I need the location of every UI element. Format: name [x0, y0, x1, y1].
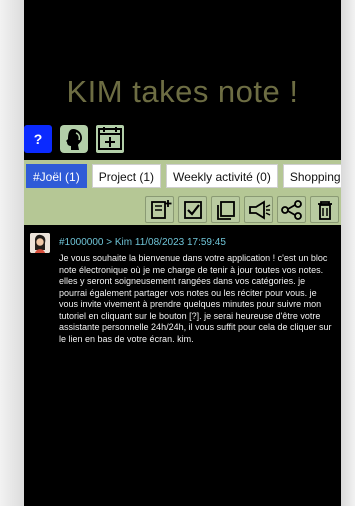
check-note-icon [183, 200, 202, 219]
app-screen: KIM takes note ! ? #Joël (1) Project (1)… [24, 0, 341, 506]
note-toolbar [24, 195, 341, 225]
tab-joel[interactable]: #Joël (1) [26, 164, 87, 188]
add-note-icon [150, 199, 171, 219]
copy-note-icon [216, 200, 235, 220]
face-icon [66, 129, 82, 150]
category-tabs: #Joël (1) Project (1) Weekly activité (0… [26, 164, 341, 188]
tab-weekly-activite[interactable]: Weekly activité (0) [166, 164, 278, 188]
avatar-image [30, 233, 50, 253]
tab-shopping[interactable]: Shopping (0) [282, 164, 341, 188]
note-card[interactable]: #1000000 > Kim 11/08/2023 17:59:45 Je vo… [24, 225, 341, 506]
note-body: Je vous souhaite la bienvenue dans votre… [59, 253, 332, 344]
app-title: KIM takes note ! [66, 74, 299, 109]
toolbar-buttons [145, 196, 339, 223]
announce-button[interactable] [244, 196, 273, 223]
announce-icon [248, 199, 270, 220]
face-button[interactable] [60, 125, 88, 153]
help-label: ? [33, 131, 43, 147]
tab-project[interactable]: Project (1) [91, 164, 162, 188]
calendar-add-icon [98, 127, 122, 150]
right-window-edge [341, 0, 355, 506]
left-window-edge [0, 0, 24, 506]
share-button[interactable] [277, 196, 306, 223]
help-button[interactable]: ? [24, 125, 52, 153]
header-actions: ? [24, 125, 124, 153]
copy-note-button[interactable] [211, 196, 240, 223]
share-icon [280, 199, 302, 220]
calendar-add-button[interactable] [96, 125, 124, 153]
category-tabbar: #Joël (1) Project (1) Weekly activité (0… [24, 160, 341, 195]
trash-button[interactable] [310, 196, 339, 223]
check-note-button[interactable] [178, 196, 207, 223]
note-header: #1000000 > Kim 11/08/2023 17:59:45 [59, 237, 226, 248]
avatar [30, 233, 50, 253]
add-note-button[interactable] [145, 196, 174, 223]
trash-icon [317, 200, 332, 220]
